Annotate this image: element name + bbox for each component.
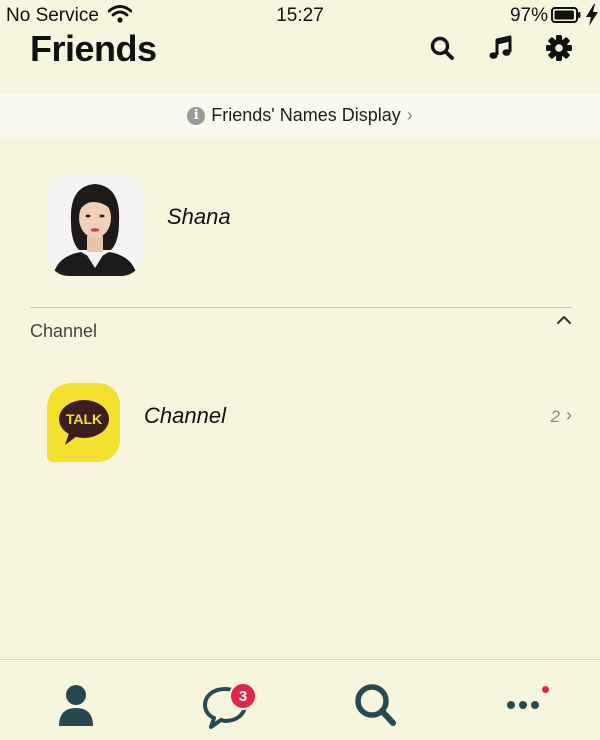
battery-icon [551,7,581,23]
kakaotalk-channel-logo: TALK [47,383,120,462]
unread-badge: 3 [229,682,257,710]
channel-name: Channel [144,403,226,428]
page-title: Friends [30,28,157,69]
search-icon [351,680,401,730]
channel-row[interactable]: TALK Channel 2 › [0,380,600,465]
my-profile-row[interactable]: Shana [0,170,600,280]
notification-dot [542,686,549,693]
profile-name: Shana [167,204,231,229]
chevron-up-icon[interactable] [554,312,574,328]
battery-percent: 97% [509,5,548,26]
avatar[interactable] [47,176,143,276]
charging-bolt-icon [585,4,599,26]
names-display-label: Friends' Names Display [211,105,401,125]
info-icon: i [187,106,206,125]
nav-search-tab[interactable] [351,680,401,730]
search-icon[interactable] [428,34,456,62]
logo-text: TALK [66,411,102,427]
chevron-right-icon: › [566,405,572,425]
music-note-icon[interactable] [487,34,515,62]
section-divider [30,307,572,308]
bottom-nav: 3 [0,659,600,740]
friends-screen: No Service 15:27 97% Friends i Friends' … [0,0,600,740]
channel-count: 2 [550,407,560,426]
status-bar: No Service 15:27 97% [0,0,600,30]
names-display-banner[interactable]: i Friends' Names Display › [0,94,600,137]
chevron-right-icon: › [406,105,413,125]
section-label-channel: Channel [30,321,98,341]
person-icon [51,680,101,730]
nav-friends-tab[interactable] [51,680,101,730]
gear-icon[interactable] [545,34,573,62]
